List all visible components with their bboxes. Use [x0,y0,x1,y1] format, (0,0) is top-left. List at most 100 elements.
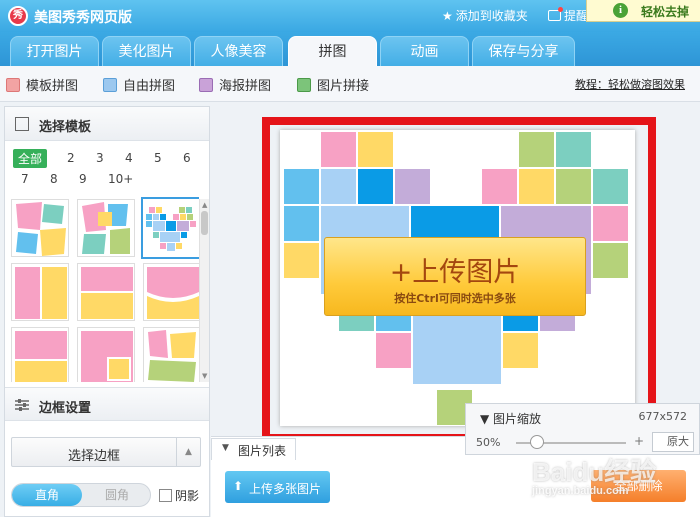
scroll-down-icon[interactable]: ▼ [202,372,207,380]
poster-collage-icon [199,78,213,92]
filter-9[interactable]: 9 [79,172,87,186]
remind-button[interactable]: 提醒 [548,7,588,24]
star-icon: ★ [442,9,453,23]
zoom-slider-handle[interactable] [530,435,544,449]
filter-2[interactable]: 2 [67,151,75,165]
template-thumbnail[interactable] [77,327,135,382]
zoom-title-label: 图片缩放 [493,412,542,426]
template-preview-icon [82,202,130,254]
template-thumbnail-heart-selected[interactable] [141,197,199,259]
triangle-up-icon[interactable]: ▲ [176,438,200,466]
collage-cell[interactable] [284,206,319,241]
select-border-button[interactable]: 选择边框 ▲ [11,437,201,467]
corner-round-option[interactable]: 圆角 [82,484,150,506]
mode-poster-label: 海报拼图 [219,79,272,94]
template-icon [15,117,29,131]
corner-square-option[interactable]: 直角 [12,484,82,506]
upload-image-button[interactable]: +上传图片 按住Ctrl可同时选中多张 [324,237,586,316]
tip-banner-text: 轻松去掉 [641,5,690,19]
template-thumbnail-grid [9,197,199,382]
template-thumbnail[interactable] [11,327,69,382]
template-section-header: 选择模板 [5,107,209,141]
collage-cell[interactable] [284,169,319,204]
collage-mode-bar: 模板拼图 自由拼图 海报拼图 图片拼接 教程：轻松做溶图效果 [0,66,700,102]
upload-multiple-button[interactable]: ⬆ 上传多张图片 [225,471,330,503]
zoom-in-icon[interactable]: + [634,434,644,448]
filter-4[interactable]: 4 [125,151,133,165]
remind-label: 提醒 [564,9,589,23]
filter-8[interactable]: 8 [50,172,58,186]
image-splice-icon [297,78,311,92]
template-thumbnail[interactable] [11,263,69,321]
filter-3[interactable]: 3 [96,151,104,165]
title-bar: 秀 美图秀秀网页版 ★ 添加到收藏夹 提醒 i 轻松去掉 [0,0,700,32]
collage-cell[interactable] [321,132,356,167]
tab-save-share[interactable]: 保存与分享 [472,36,575,66]
tab-portrait[interactable]: 人像美容 [194,36,283,66]
checkbox-icon[interactable] [159,489,172,502]
scrollbar-thumb[interactable] [201,211,208,235]
add-favorite-link[interactable]: ★ 添加到收藏夹 [442,7,528,24]
collapse-triangle-icon: ▼ [222,443,229,453]
tab-collage[interactable]: 拼图 [288,36,377,66]
original-size-button[interactable]: 原大 [652,432,694,452]
shadow-label: 阴影 [175,489,200,503]
template-thumbnail[interactable] [77,263,135,321]
collage-cell[interactable] [482,169,517,204]
sliders-icon [15,398,29,412]
mode-free-collage[interactable]: 自由拼图 [103,75,175,94]
collage-cell[interactable] [358,169,393,204]
template-collage-icon [6,78,20,92]
template-thumbnail[interactable] [143,327,199,382]
upload-image-label: +上传图片 [389,257,521,288]
template-scrollbar[interactable]: ▲ ▼ [199,199,209,382]
template-thumbnail[interactable] [143,263,199,321]
collage-cell[interactable] [556,169,591,204]
zoom-percent: 50% [476,436,501,449]
delete-all-button[interactable]: 全部删除 [591,470,686,502]
mode-template-collage[interactable]: 模板拼图 [6,75,78,94]
collage-cell[interactable] [593,169,628,204]
tab-animation[interactable]: 动画 [380,36,469,66]
mode-poster-collage[interactable]: 海报拼图 [199,75,271,94]
collapse-triangle-icon: ▼ [480,412,494,426]
mode-image-splice[interactable]: 图片拼接 [297,75,369,94]
collage-cell[interactable] [519,169,554,204]
collage-cell[interactable] [358,132,393,167]
collage-cell[interactable] [284,243,319,278]
filter-all[interactable]: 全部 [13,149,48,168]
collage-cell[interactable] [593,206,628,241]
upload-multiple-label: 上传多张图片 [249,482,322,496]
zoom-title[interactable]: ▼ 图片缩放 [480,410,541,427]
info-icon: i [613,3,628,18]
filter-10-plus[interactable]: 10+ [108,172,133,186]
filter-6[interactable]: 6 [183,151,191,165]
collage-cell[interactable] [321,169,356,204]
select-border-label: 选择边框 [67,449,120,464]
collage-cell[interactable] [593,243,628,278]
filter-5[interactable]: 5 [154,151,162,165]
collage-cell[interactable] [519,132,554,167]
collage-cell[interactable] [503,333,538,368]
filter-7[interactable]: 7 [21,172,29,186]
tab-open-image[interactable]: 打开图片 [10,36,99,66]
template-thumbnail[interactable] [11,199,69,257]
corner-style-toggle[interactable]: 直角 圆角 [11,483,151,507]
tab-beautify[interactable]: 美化图片 [102,36,191,66]
tip-banner[interactable]: i 轻松去掉 [586,0,700,22]
app-logo-icon: 秀 [8,6,28,26]
template-preview-icon [147,267,199,319]
upload-hint: 按住Ctrl可同时选中多张 [394,292,516,305]
image-size-readout: 677x572 [638,410,687,423]
image-list-tab[interactable]: ▼ 图片列表 [211,438,296,460]
template-preview-icon [148,330,196,382]
shadow-checkbox[interactable]: 阴影 [159,487,199,504]
collage-cell[interactable] [556,132,591,167]
collage-cell[interactable] [395,169,430,204]
template-section-title: 选择模板 [39,120,92,135]
scroll-up-icon[interactable]: ▲ [202,201,207,209]
free-collage-icon [103,78,117,92]
tutorial-link[interactable]: 教程：轻松做溶图效果 [575,76,685,92]
template-thumbnail[interactable] [77,199,135,257]
collage-cell[interactable] [376,333,411,368]
